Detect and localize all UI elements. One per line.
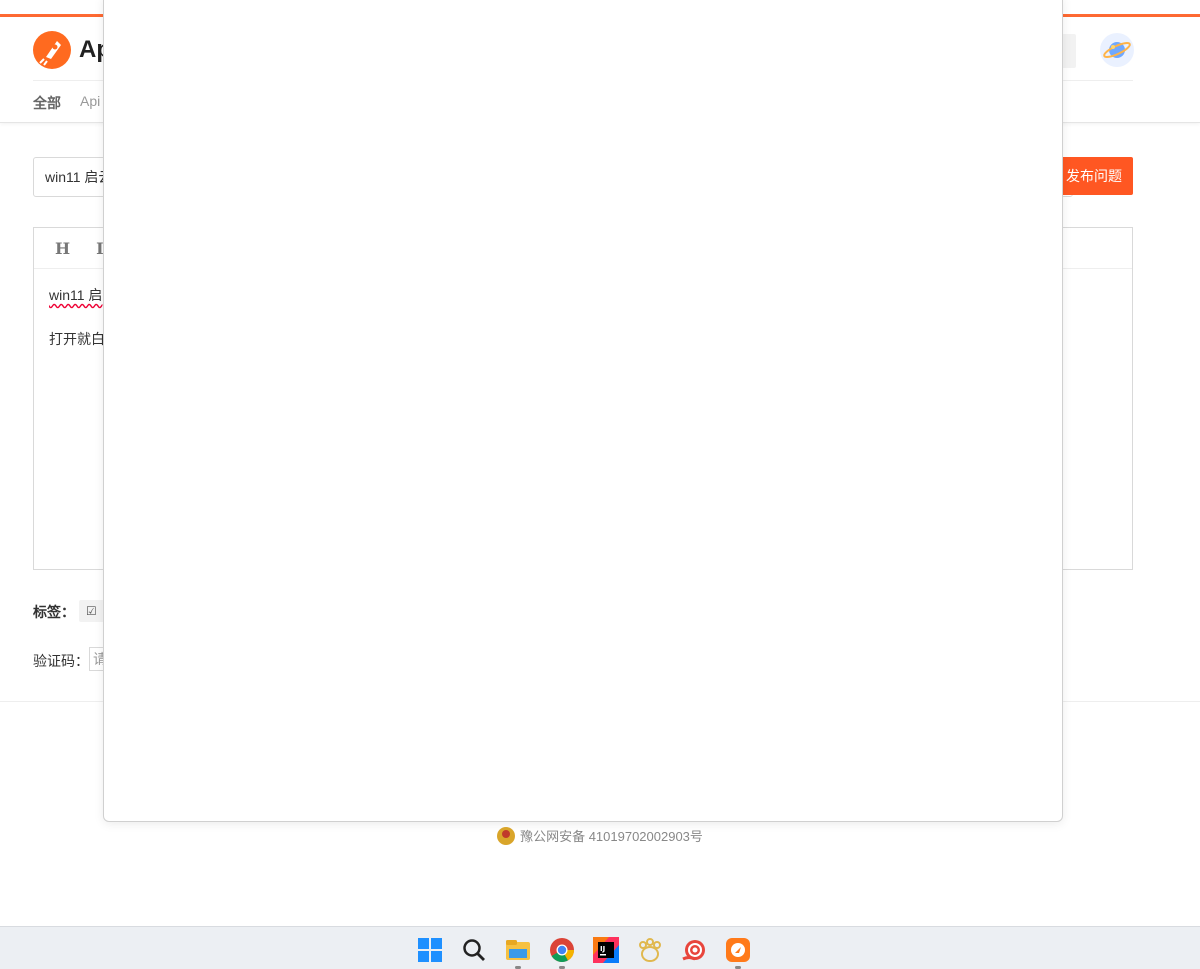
windows-start-icon[interactable] [417,937,443,963]
icp-record-text[interactable]: 豫公网安备 41019702002903号 [520,829,703,844]
footer: 豫公网安备 41019702002903号 [0,826,1200,845]
paw-app-icon[interactable] [637,937,663,963]
site-logo-icon[interactable] [33,31,71,69]
user-avatar[interactable] [1100,33,1134,67]
nav-item-api[interactable]: Api [80,93,100,113]
search-icon[interactable] [461,937,487,963]
captcha-label: 验证码： [33,653,89,669]
police-badge-icon [497,827,516,845]
intellij-icon[interactable]: IJ [593,937,619,963]
nav-item-all[interactable]: 全部 [33,93,61,113]
blank-overlay-window[interactable] [103,0,1063,822]
heading-tool-button[interactable]: H [55,239,70,258]
publish-question-button[interactable]: 发布问题 [1055,157,1133,195]
chrome-icon[interactable] [549,937,575,963]
taskbar: IJ [0,926,1200,969]
snail-app-icon[interactable] [681,937,707,963]
tags-label: 标签： [33,604,75,620]
svg-text:IJ: IJ [600,945,605,953]
file-explorer-icon[interactable] [505,937,531,963]
editor-line-1: win11 启 [49,287,103,303]
apifox-app-icon[interactable] [725,937,751,963]
category-nav: 全部 Api [33,93,100,113]
